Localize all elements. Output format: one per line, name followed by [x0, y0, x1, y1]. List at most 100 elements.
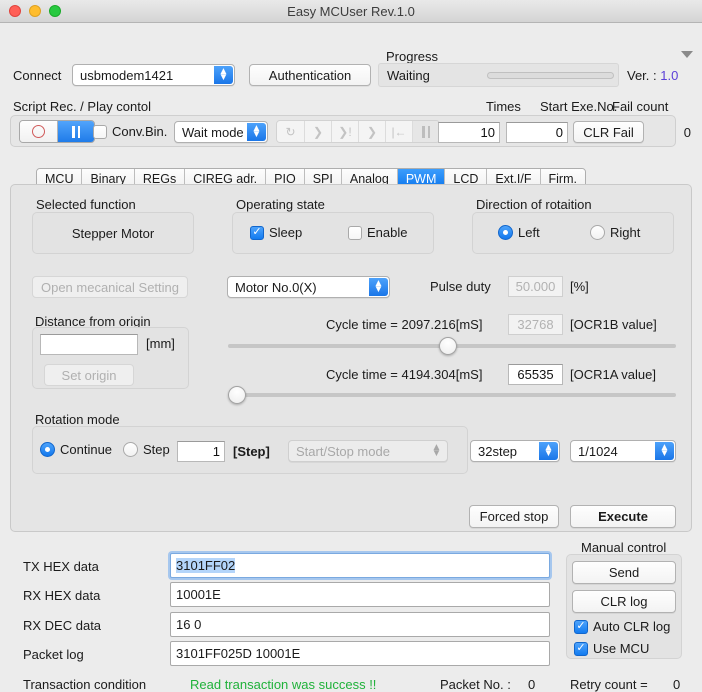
retry-count-label: Retry count = — [570, 677, 648, 692]
slider-track — [228, 393, 676, 397]
auto-clr-log-checkbox[interactable]: ✓ Auto CLR log — [574, 619, 670, 634]
rx-dec-data-input[interactable]: 16 0 — [170, 612, 550, 637]
times-label: Times — [486, 99, 521, 114]
serial-port-select[interactable]: usbmodem1421 ▲ ▼ — [72, 64, 235, 86]
direction-right-radio[interactable]: Right — [590, 225, 640, 240]
conv-bin-checkbox[interactable]: Conv.Bin. — [93, 124, 167, 139]
step-break-icon[interactable]: ❯! — [331, 121, 358, 142]
rx-hex-data-input[interactable]: 10001E — [170, 582, 550, 607]
step-next-icon[interactable]: ❯ — [304, 121, 331, 142]
window-title: Easy MCUser Rev.1.0 — [287, 3, 415, 19]
start-stop-mode-value: Start/Stop mode — [296, 443, 390, 459]
ocr1b-input[interactable]: 32768 — [508, 314, 563, 335]
chevron-updown-icon: ▲ ▼ — [247, 123, 266, 141]
slider-thumb[interactable] — [228, 386, 246, 404]
checkbox-check-icon: ✓ — [574, 641, 588, 656]
ocr1b-slider[interactable] — [228, 337, 676, 355]
version-value: 1.0 — [660, 68, 679, 83]
ocr1b-unit-label: [OCR1B value] — [570, 317, 657, 332]
step-count-input[interactable]: 1 — [177, 441, 225, 462]
direction-left-label: Left — [518, 225, 540, 240]
enable-label: Enable — [367, 225, 408, 240]
record-circle-icon — [32, 125, 45, 138]
script-panel-title: Script Rec. / Play contol — [13, 99, 151, 114]
direction-of-rotation-label: Direction of rotaition — [476, 197, 592, 212]
rewind-start-icon[interactable]: |← — [385, 121, 412, 142]
start-exe-no-label: Start Exe.No. — [540, 99, 618, 114]
wait-mode-select[interactable]: Wait mode ▲ ▼ — [174, 121, 268, 143]
micro-step-select[interactable]: 1/1024 ▲ ▼ — [570, 440, 676, 462]
rx-dec-data-label: RX DEC data — [23, 618, 102, 633]
packet-no-value: 0 — [528, 677, 536, 692]
distance-unit-label: [mm] — [146, 336, 175, 351]
clr-log-button[interactable]: CLR log — [572, 590, 676, 613]
chevron-updown-icon: ▲ ▼ — [431, 441, 442, 459]
packet-no-label: Packet No. : — [440, 677, 511, 692]
operating-state-label: Operating state — [236, 197, 325, 212]
sleep-label: Sleep — [269, 225, 303, 240]
pulse-duty-input[interactable]: 50.000 — [508, 276, 563, 297]
sleep-checkbox[interactable]: ✓ Sleep — [250, 225, 302, 240]
progress-bar — [487, 72, 614, 79]
record-button[interactable] — [20, 121, 57, 142]
radio-dot-icon — [40, 442, 55, 457]
pause-icon — [422, 125, 430, 138]
clr-fail-button[interactable]: CLR Fail — [573, 121, 644, 143]
chevron-down-icon[interactable] — [681, 51, 693, 58]
ocr1a-slider[interactable] — [228, 386, 676, 404]
packet-log-input[interactable]: 3101FF025D 10001E — [170, 641, 550, 666]
rotation-step-radio[interactable]: Step — [123, 442, 170, 457]
cycle-time-a-label: Cycle time = 4194.304[mS] — [326, 367, 483, 382]
transaction-status-message: Read transaction was success !! — [190, 677, 377, 692]
rotation-step-label: Step — [143, 442, 170, 457]
tx-hex-data-input[interactable]: 3101FF02 — [170, 553, 550, 578]
chevron-updown-icon: ▲ ▼ — [369, 278, 388, 296]
retry-count-value: 0 — [673, 677, 681, 692]
record-pause-group[interactable] — [19, 120, 95, 143]
motor-select-value: Motor No.0(X) — [235, 279, 317, 295]
send-button[interactable]: Send — [572, 561, 676, 584]
use-mcu-checkbox[interactable]: ✓ Use MCU — [574, 641, 649, 656]
packet-log-label: Packet log — [23, 647, 84, 662]
step-into-icon[interactable]: ❯ — [358, 121, 385, 142]
serial-port-value: usbmodem1421 — [80, 67, 174, 83]
execute-button[interactable]: Execute — [570, 505, 676, 528]
pause-button[interactable] — [57, 121, 94, 142]
forced-stop-button[interactable]: Forced stop — [469, 505, 559, 528]
conv-bin-label: Conv.Bin. — [112, 124, 168, 139]
start-exe-no-input[interactable]: 0 — [506, 122, 568, 143]
tx-hex-data-label: TX HEX data — [23, 559, 99, 574]
loop-icon[interactable]: ↻ — [277, 121, 304, 142]
ocr1a-input[interactable]: 65535 — [508, 364, 563, 385]
rotation-mode-label: Rotation mode — [35, 412, 120, 427]
playback-controls[interactable]: ↻ ❯ ❯! ❯ |← — [276, 120, 440, 143]
connect-label: Connect — [13, 68, 62, 83]
direction-right-label: Right — [610, 225, 641, 240]
slider-thumb[interactable] — [438, 337, 457, 355]
checkbox-box-icon — [348, 225, 362, 240]
rotation-continue-radio[interactable]: Continue — [40, 442, 112, 457]
packet-log-value: 3101FF025D 10001E — [176, 646, 301, 661]
distance-from-origin-input[interactable] — [40, 334, 138, 355]
rx-hex-data-value: 10001E — [176, 587, 221, 602]
step-unit-label: [Step] — [233, 444, 270, 459]
checkbox-box-icon — [93, 124, 107, 139]
rotation-continue-label: Continue — [60, 442, 113, 457]
enable-checkbox[interactable]: Enable — [348, 225, 407, 240]
step-mode-select[interactable]: 32step ▲ ▼ — [470, 440, 560, 462]
start-stop-mode-select[interactable]: Start/Stop mode ▲ ▼ — [288, 440, 448, 462]
authentication-button[interactable]: Authentication — [249, 64, 371, 86]
step-mode-value: 32step — [478, 443, 518, 459]
checkbox-check-icon: ✓ — [250, 225, 264, 240]
times-input[interactable]: 10 — [438, 122, 500, 143]
pause-playback-icon[interactable] — [412, 121, 439, 142]
version-prefix: Ver. : — [627, 68, 661, 83]
chevron-updown-icon: ▲ ▼ — [539, 442, 558, 460]
open-mechanical-setting-button[interactable]: Open mecanical Setting — [32, 276, 188, 298]
manual-control-label: Manual control — [581, 540, 667, 555]
direction-left-radio[interactable]: Left — [498, 225, 540, 240]
rx-hex-data-label: RX HEX data — [23, 588, 101, 603]
set-origin-button[interactable]: Set origin — [44, 364, 134, 386]
progress-label: Progress — [386, 49, 439, 64]
motor-select[interactable]: Motor No.0(X) ▲ ▼ — [227, 276, 390, 298]
